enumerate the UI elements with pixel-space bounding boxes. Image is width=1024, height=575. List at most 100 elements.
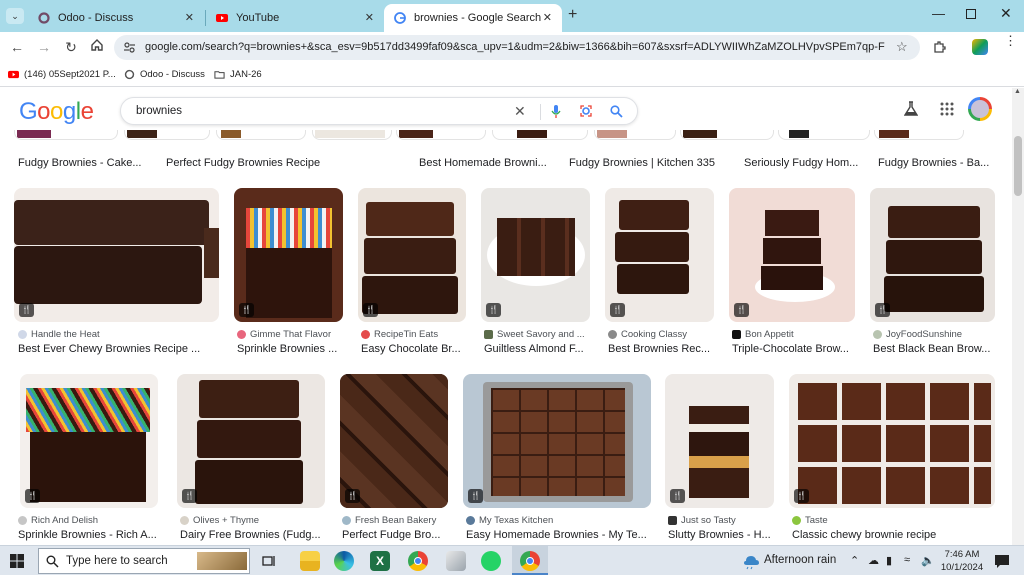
labs-flask-icon[interactable] xyxy=(904,101,918,117)
image-thumbnail[interactable]: 🍴 xyxy=(358,188,466,322)
image-thumbnail[interactable] xyxy=(124,130,210,140)
site-info-icon[interactable] xyxy=(123,41,136,54)
image-source[interactable]: Taste xyxy=(792,515,828,526)
apps-grid-icon[interactable] xyxy=(940,102,954,116)
image-title[interactable]: Best Brownies Rec... xyxy=(608,343,718,355)
image-thumbnail[interactable] xyxy=(874,130,964,140)
address-bar[interactable]: google.com/search?q=brownies+&sca_esv=9b… xyxy=(114,35,920,60)
chevron-up-icon[interactable]: ⌃ xyxy=(850,554,859,567)
image-thumbnail[interactable] xyxy=(312,130,392,140)
image-thumbnail[interactable]: 🍴 xyxy=(605,188,714,322)
account-avatar[interactable] xyxy=(968,97,992,121)
image-thumbnail[interactable]: 🍴 xyxy=(14,188,219,322)
close-icon[interactable]: ✕ xyxy=(185,11,194,24)
tab-youtube[interactable]: YouTube ✕ xyxy=(206,4,384,32)
image-source[interactable]: Gimme That Flavor xyxy=(237,329,331,340)
image-title[interactable]: Fudgy Brownies - Cake... xyxy=(18,157,142,169)
image-thumbnail[interactable]: 🍴 xyxy=(463,374,651,508)
new-tab-button[interactable]: + xyxy=(568,6,577,24)
image-thumbnail[interactable] xyxy=(14,130,118,140)
image-source[interactable]: Bon Appetit xyxy=(732,329,794,340)
image-title[interactable]: Fudgy Brownies - Ba... xyxy=(878,157,989,169)
lens-icon[interactable] xyxy=(579,104,593,118)
taskbar-search[interactable]: Type here to search xyxy=(38,548,250,574)
task-view-icon[interactable] xyxy=(262,554,276,568)
weather-label[interactable]: Afternoon rain xyxy=(764,554,836,566)
image-source[interactable]: Olives + Thyme xyxy=(180,515,259,526)
search-input[interactable]: brownies xyxy=(136,105,182,117)
image-source[interactable]: JoyFoodSunshine xyxy=(873,329,962,340)
scrollbar-thumb[interactable] xyxy=(1014,136,1022,196)
profile-avatar[interactable] xyxy=(972,39,988,55)
search-icon[interactable] xyxy=(610,105,623,118)
whatsapp-icon[interactable] xyxy=(481,551,501,571)
image-title[interactable]: Dairy Free Brownies (Fudg... xyxy=(180,529,328,541)
bookmark-item[interactable]: (146) 05Sept2021 P... xyxy=(8,69,116,80)
image-title[interactable]: Best Homemade Browni... xyxy=(419,157,547,169)
bookmark-folder[interactable]: JAN-26 xyxy=(214,69,262,80)
excel-icon[interactable]: X xyxy=(370,551,390,571)
battery-icon[interactable]: ▮ xyxy=(886,554,892,567)
image-thumbnail[interactable]: 🍴 xyxy=(729,188,855,322)
image-source[interactable]: Sweet Savory and ... xyxy=(484,329,585,340)
image-title[interactable]: Slutty Brownies - H... xyxy=(668,529,778,541)
app-icon[interactable] xyxy=(446,551,466,571)
image-title[interactable]: Classic chewy brownie recipe xyxy=(792,529,998,541)
image-source[interactable]: Rich And Delish xyxy=(18,515,98,526)
image-thumbnail[interactable]: 🍴 xyxy=(789,374,995,508)
image-title[interactable]: Easy Homemade Brownies - My Te... xyxy=(466,529,656,541)
image-thumbnail[interactable] xyxy=(216,130,306,140)
image-thumbnail[interactable]: 🍴 xyxy=(665,374,774,508)
tab-search-button[interactable]: ⌄ xyxy=(6,8,24,24)
tab-odoo[interactable]: Odoo - Discuss ✕ xyxy=(28,4,204,32)
windows-start-icon[interactable] xyxy=(10,554,24,568)
file-explorer-icon[interactable] xyxy=(300,551,320,571)
image-thumbnail[interactable]: 🍴 xyxy=(481,188,590,322)
clock[interactable]: 7:46 AM 10/1/2024 xyxy=(940,548,984,574)
weather-rain-icon[interactable] xyxy=(742,552,760,570)
image-source[interactable]: Cooking Classy xyxy=(608,329,687,340)
image-thumbnail[interactable]: 🍴 xyxy=(340,374,448,508)
menu-button[interactable]: ⋮ xyxy=(1004,34,1017,47)
forward-button[interactable]: → xyxy=(35,38,53,56)
image-thumbnail[interactable] xyxy=(396,130,486,140)
clear-icon[interactable]: ✕ xyxy=(514,103,526,120)
bookmark-item[interactable]: Odoo - Discuss xyxy=(124,69,205,80)
url-text[interactable]: google.com/search?q=brownies+&sca_esv=9b… xyxy=(145,41,885,53)
image-title[interactable]: Seriously Fudgy Hom... xyxy=(744,157,858,169)
image-source[interactable]: Fresh Bean Bakery xyxy=(342,515,436,526)
bookmark-star-icon[interactable]: ☆ xyxy=(896,39,908,55)
image-source[interactable]: My Texas Kitchen xyxy=(466,515,553,526)
notification-icon[interactable] xyxy=(994,553,1010,569)
image-thumbnail[interactable] xyxy=(778,130,870,140)
minimize-button[interactable]: — xyxy=(932,6,945,21)
close-icon[interactable]: ✕ xyxy=(365,11,374,24)
microphone-icon[interactable] xyxy=(551,105,561,119)
image-title[interactable]: Triple-Chocolate Brow... xyxy=(732,343,860,355)
wifi-icon[interactable]: ≈ xyxy=(904,554,910,566)
back-button[interactable]: ← xyxy=(8,38,26,56)
page-scrollbar[interactable]: ▲ xyxy=(1012,88,1024,545)
image-title[interactable]: Fudgy Brownies | Kitchen 335 xyxy=(569,157,715,169)
chrome-icon[interactable] xyxy=(408,551,428,571)
image-thumbnail[interactable] xyxy=(594,130,676,140)
image-title[interactable]: Sprinkle Brownies ... xyxy=(237,343,347,355)
reload-button[interactable]: ↻ xyxy=(62,38,80,56)
image-title[interactable]: Best Black Bean Brow... xyxy=(873,343,998,355)
home-button[interactable] xyxy=(88,38,106,56)
image-source[interactable]: RecipeTin Eats xyxy=(361,329,438,340)
tab-google-search[interactable]: brownies - Google Search ✕ xyxy=(384,4,562,32)
image-thumbnail[interactable]: 🍴 xyxy=(177,374,325,508)
restore-button[interactable] xyxy=(966,9,976,19)
chrome-icon[interactable] xyxy=(520,551,540,571)
image-thumbnail[interactable] xyxy=(680,130,774,140)
edge-icon[interactable] xyxy=(334,551,354,571)
scroll-up-arrow-icon[interactable]: ▲ xyxy=(1014,88,1021,95)
extensions-icon[interactable] xyxy=(932,40,946,54)
image-source[interactable]: Just so Tasty xyxy=(668,515,736,526)
image-thumbnail[interactable]: 🍴 xyxy=(870,188,995,322)
image-title[interactable]: Guiltless Almond F... xyxy=(484,343,594,355)
search-box[interactable]: brownies ✕ xyxy=(120,97,638,125)
image-thumbnail[interactable] xyxy=(492,130,588,140)
image-thumbnail[interactable]: 🍴 xyxy=(20,374,158,508)
